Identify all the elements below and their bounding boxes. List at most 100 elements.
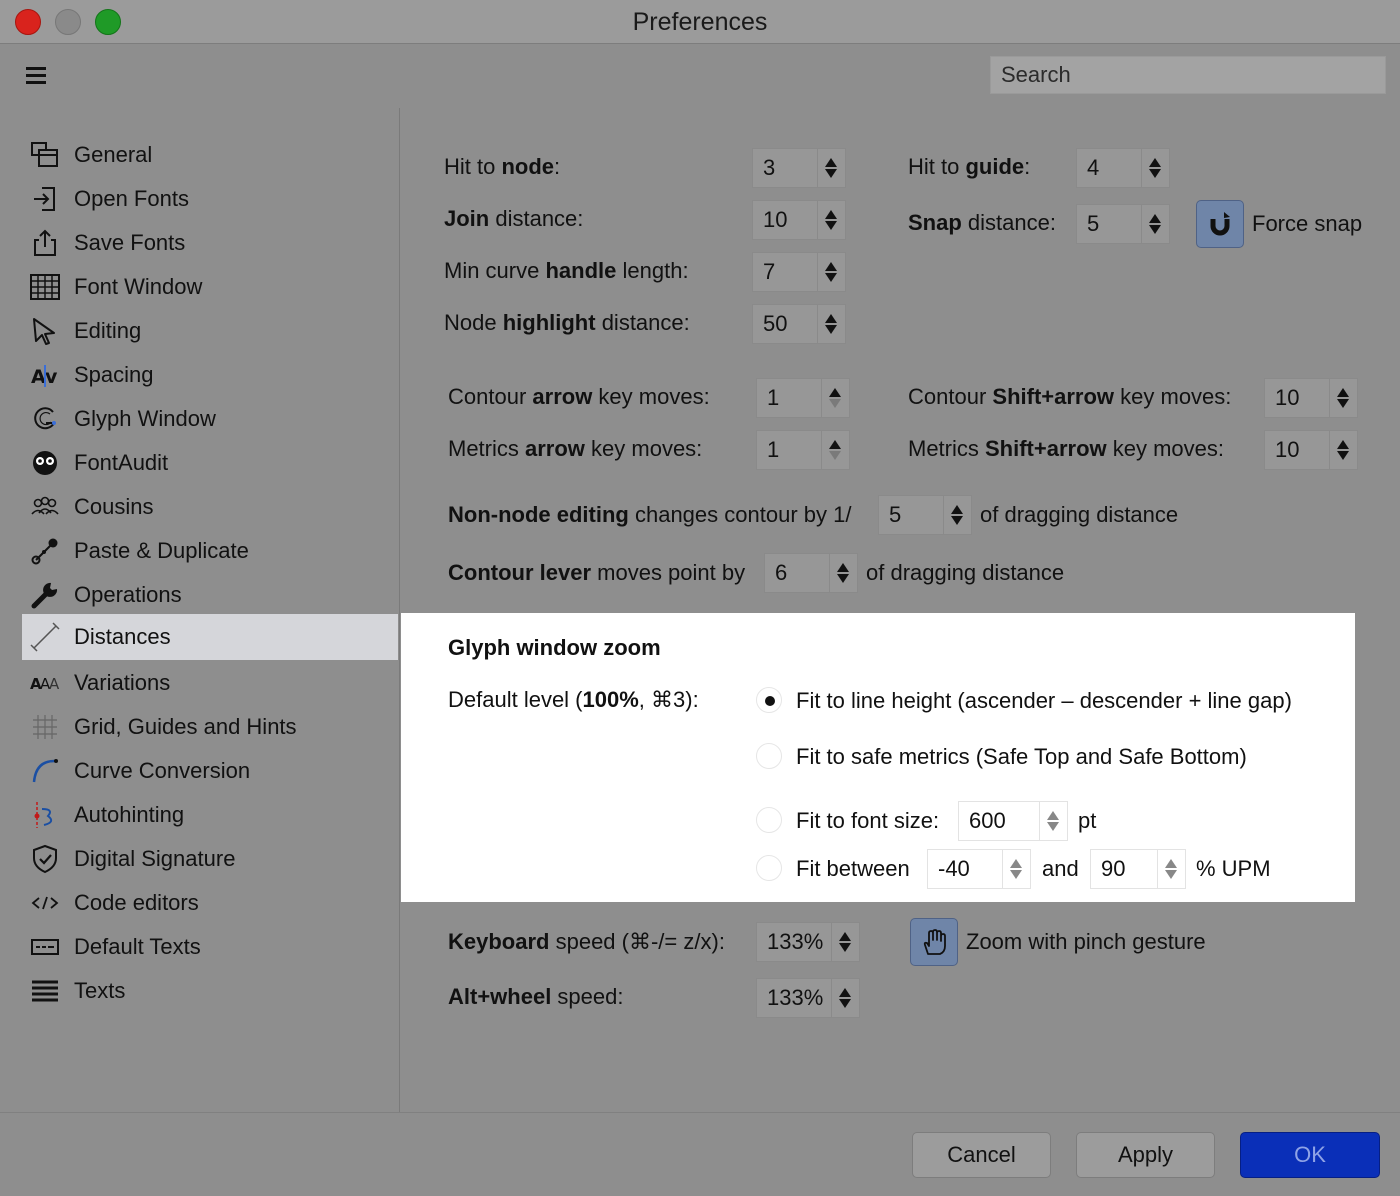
sidebar-item-label: Cousins xyxy=(74,494,154,519)
stepper-value[interactable]: 90 xyxy=(1090,849,1158,889)
node-highlight-stepper[interactable]: 50 xyxy=(752,304,846,344)
sidebar-item-autohinting[interactable]: Autohinting xyxy=(22,793,398,837)
sidebar-item-label: Glyph Window xyxy=(74,406,216,431)
sidebar-item-editing[interactable]: Editing xyxy=(22,309,398,353)
stepper-value[interactable]: 7 xyxy=(752,252,818,292)
sidebar-item-paste-duplicate[interactable]: Paste & Duplicate xyxy=(22,529,398,573)
variations-aaa-icon: AAA xyxy=(30,668,60,698)
stepper-value[interactable]: 1 xyxy=(756,430,822,470)
stepper-arrows[interactable] xyxy=(1003,849,1031,889)
join-distance-stepper[interactable]: 10 xyxy=(752,200,846,240)
stepper-arrows[interactable] xyxy=(818,200,846,240)
sidebar-item-label: Font Window xyxy=(74,274,203,299)
pinch-zoom-toggle[interactable] xyxy=(910,918,958,966)
cancel-button[interactable]: Cancel xyxy=(912,1132,1051,1178)
stepper-value[interactable]: 133% xyxy=(756,978,832,1018)
sidebar-item-general[interactable]: General xyxy=(22,133,398,177)
apply-button[interactable]: Apply xyxy=(1076,1132,1215,1178)
force-snap-toggle[interactable] xyxy=(1196,200,1244,248)
stepper-value[interactable]: 600 xyxy=(958,801,1040,841)
stepper-arrows[interactable] xyxy=(818,252,846,292)
sidebar-item-variations[interactable]: AAA Variations xyxy=(22,661,398,705)
fit-between-to-stepper[interactable]: 90 xyxy=(1090,849,1186,889)
contour-lever-stepper[interactable]: 6 xyxy=(764,553,858,593)
stepper-arrows[interactable] xyxy=(832,922,860,962)
stepper-value[interactable]: -40 xyxy=(927,849,1003,889)
stepper-arrows[interactable] xyxy=(1142,148,1170,188)
stepper-value[interactable]: 1 xyxy=(756,378,822,418)
metrics-shift-arrow-stepper[interactable]: 10 xyxy=(1264,430,1358,470)
hit-to-node-stepper[interactable]: 3 xyxy=(752,148,846,188)
fit-between-and-label: and xyxy=(1042,856,1079,881)
stepper-value[interactable]: 5 xyxy=(1076,204,1142,244)
stepper-arrows[interactable] xyxy=(830,553,858,593)
non-node-editing-stepper[interactable]: 5 xyxy=(878,495,972,535)
fit-safe-metrics-radio[interactable] xyxy=(756,743,782,769)
paste-nodes-icon xyxy=(30,536,60,566)
metrics-arrow-stepper[interactable]: 1 xyxy=(756,430,850,470)
stepper-value[interactable]: 6 xyxy=(764,553,830,593)
sidebar-item-font-window[interactable]: Font Window xyxy=(22,265,398,309)
sidebar-item-curve-conversion[interactable]: Curve Conversion xyxy=(22,749,398,793)
sidebar-item-grid-guides-hints[interactable]: Grid, Guides and Hints xyxy=(22,705,398,749)
stepper-arrows[interactable] xyxy=(822,430,850,470)
min-curve-handle-label: Min curve handle length: xyxy=(444,258,689,283)
stepper-value[interactable]: 3 xyxy=(752,148,818,188)
stepper-arrows[interactable] xyxy=(1330,430,1358,470)
stepper-value[interactable]: 133% xyxy=(756,922,832,962)
fit-between-from-stepper[interactable]: -40 xyxy=(927,849,1031,889)
contour-shift-arrow-stepper[interactable]: 10 xyxy=(1264,378,1358,418)
sidebar-item-texts[interactable]: Texts xyxy=(22,969,398,1013)
stepper-value[interactable]: 10 xyxy=(752,200,818,240)
dialog-footer: Cancel Apply OK xyxy=(0,1112,1400,1196)
stepper-arrows[interactable] xyxy=(818,304,846,344)
sidebar-item-fontaudit[interactable]: FontAudit xyxy=(22,441,398,485)
stepper-value[interactable]: 10 xyxy=(1264,378,1330,418)
contour-arrow-stepper[interactable]: 1 xyxy=(756,378,850,418)
autohinting-icon xyxy=(30,800,60,830)
font-size-stepper[interactable]: 600 xyxy=(958,801,1068,841)
hamburger-menu-icon[interactable] xyxy=(26,67,46,85)
stepper-value[interactable]: 5 xyxy=(878,495,944,535)
keyboard-speed-stepper[interactable]: 133% xyxy=(756,922,860,962)
non-node-editing-suffix: of dragging distance xyxy=(980,502,1179,527)
contour-arrow-label: Contour arrow key moves: xyxy=(448,384,710,409)
sidebar-item-label: Digital Signature xyxy=(74,846,236,871)
alt-wheel-speed-stepper[interactable]: 133% xyxy=(756,978,860,1018)
sidebar-item-distances[interactable]: Distances xyxy=(22,614,398,660)
stepper-arrows[interactable] xyxy=(832,978,860,1018)
stepper-value[interactable]: 10 xyxy=(1264,430,1330,470)
hit-to-guide-label: Hit to guide: xyxy=(908,154,1031,179)
sidebar-item-cousins[interactable]: Cousins xyxy=(22,485,398,529)
sidebar-item-save-fonts[interactable]: Save Fonts xyxy=(22,221,398,265)
fit-line-height-radio[interactable] xyxy=(756,687,782,713)
curve-icon xyxy=(30,756,60,786)
sidebar-item-digital-signature[interactable]: Digital Signature xyxy=(22,837,398,881)
min-curve-handle-stepper[interactable]: 7 xyxy=(752,252,846,292)
sidebar-item-glyph-window[interactable]: Glyph Window xyxy=(22,397,398,441)
sidebar-item-default-texts[interactable]: Default Texts xyxy=(22,925,398,969)
stepper-arrows[interactable] xyxy=(1040,801,1068,841)
hit-to-guide-stepper[interactable]: 4 xyxy=(1076,148,1170,188)
stepper-arrows[interactable] xyxy=(818,148,846,188)
ok-button[interactable]: OK xyxy=(1240,1132,1380,1178)
stepper-value[interactable]: 50 xyxy=(752,304,818,344)
sidebar-item-code-editors[interactable]: Code editors xyxy=(22,881,398,925)
people-group-icon xyxy=(30,492,60,522)
search-input[interactable] xyxy=(990,56,1386,94)
stepper-arrows[interactable] xyxy=(1158,849,1186,889)
stepper-arrows[interactable] xyxy=(1142,204,1170,244)
snap-distance-stepper[interactable]: 5 xyxy=(1076,204,1170,244)
fit-font-size-radio[interactable] xyxy=(756,807,782,833)
stepper-value[interactable]: 4 xyxy=(1076,148,1142,188)
sidebar-item-spacing[interactable]: Av Spacing xyxy=(22,353,398,397)
code-brackets-icon xyxy=(30,888,60,918)
stepper-arrows[interactable] xyxy=(1330,378,1358,418)
pinch-zoom-label: Zoom with pinch gesture xyxy=(966,929,1206,954)
contour-lever-suffix: of dragging distance xyxy=(866,560,1065,585)
sidebar-item-open-fonts[interactable]: Open Fonts xyxy=(22,177,398,221)
stepper-arrows[interactable] xyxy=(944,495,972,535)
fit-between-radio[interactable] xyxy=(756,855,782,881)
stepper-arrows[interactable] xyxy=(822,378,850,418)
sidebar-item-operations[interactable]: Operations xyxy=(22,573,398,617)
